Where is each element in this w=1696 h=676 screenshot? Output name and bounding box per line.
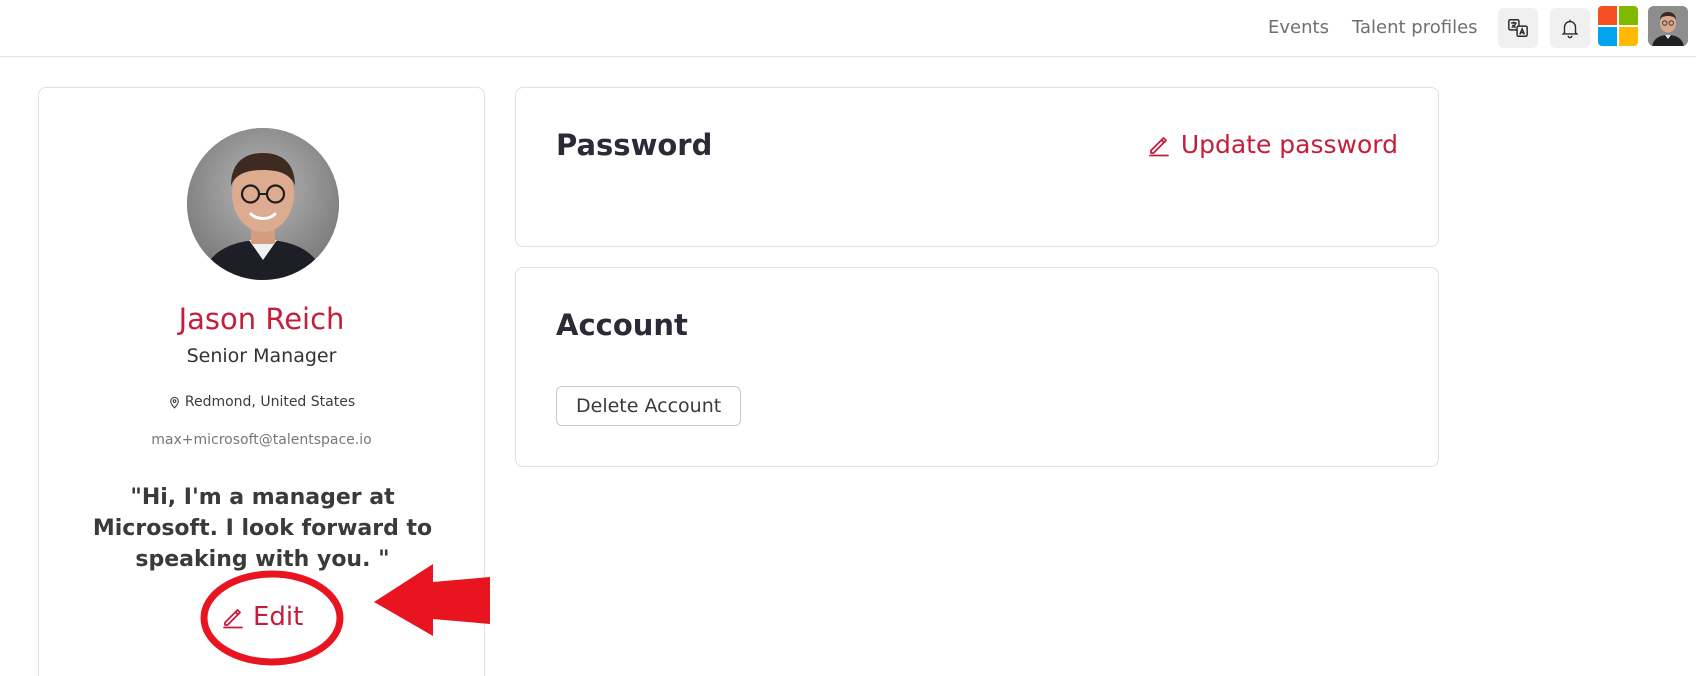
update-password-label: Update password — [1180, 130, 1398, 159]
user-avatar-menu[interactable] — [1648, 6, 1688, 46]
pencil-icon — [223, 609, 243, 629]
top-navigation-bar: Events Talent profiles — [0, 0, 1696, 57]
bell-icon — [1561, 19, 1579, 39]
account-card: Account Delete Account — [515, 267, 1439, 467]
profile-name: Jason Reich — [178, 302, 345, 336]
profile-location-text: Redmond, United States — [184, 394, 356, 410]
edit-profile-button[interactable]: Edit — [221, 602, 303, 632]
profile-card: Jason Reich Senior Manager Redmond, Unit… — [38, 87, 485, 676]
translate-button[interactable] — [1498, 8, 1538, 48]
account-title: Account — [556, 308, 688, 342]
nav-link-events[interactable]: Events — [1268, 17, 1329, 38]
update-password-button[interactable]: Update password — [1147, 130, 1398, 159]
delete-account-button[interactable]: Delete Account — [556, 386, 742, 426]
profile-photo — [187, 128, 339, 280]
profile-role: Senior Manager — [186, 345, 337, 367]
translate-icon — [1508, 19, 1528, 37]
password-title: Password — [556, 128, 713, 162]
edit-label: Edit — [253, 602, 304, 632]
pencil-icon — [1148, 136, 1169, 156]
profile-location: Redmond, United States — [39, 394, 484, 410]
profile-email: max+microsoft@talentspace.io — [151, 432, 372, 448]
notifications-button[interactable] — [1550, 8, 1590, 48]
avatar-image — [1648, 6, 1688, 46]
location-pin-icon — [170, 396, 179, 409]
password-card: Password Update password — [515, 87, 1439, 247]
profile-bio: "Hi, I'm a manager at Microsoft. I look … — [92, 485, 433, 572]
company-logo[interactable] — [1598, 6, 1638, 46]
nav-link-talent-profiles[interactable]: Talent profiles — [1352, 17, 1478, 38]
